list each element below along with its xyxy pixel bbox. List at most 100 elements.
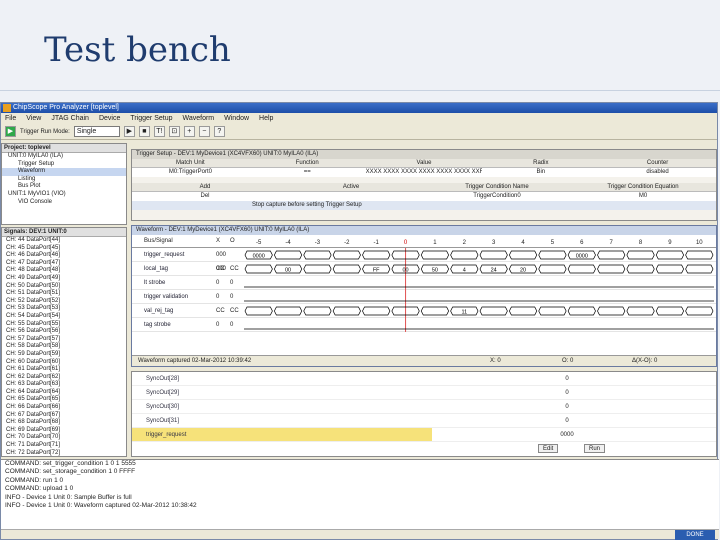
waveform-signal-name[interactable]: tag strobe (132, 318, 216, 331)
signal-list-item[interactable]: CH: 57 DataPort[57] (2, 336, 126, 344)
match-unit-row[interactable]: M0:TriggerPort0 == XXXX XXXX XXXX XXXX XXX… (132, 168, 716, 177)
signal-list-item[interactable]: CH: 68 DataPort[68] (2, 419, 126, 427)
menu-item-trigger-setup[interactable]: Trigger Setup (130, 115, 172, 122)
vio-row[interactable]: trigger_request 0000 (132, 428, 716, 442)
signal-list-item[interactable]: CH: 53 DataPort[53] (2, 305, 126, 313)
signal-list-item[interactable]: CH: 50 DataPort[50] (2, 283, 126, 291)
zoom-fit-icon[interactable]: ⊡ (168, 126, 180, 137)
trigger-setup-header: Trigger Setup - DEV:1 MyDevice1 (XC4VFX6… (132, 150, 716, 159)
signal-list-item[interactable]: CH: 59 DataPort[59] (2, 351, 126, 359)
run-icon[interactable]: ▶ (5, 126, 16, 137)
signal-list-item[interactable]: CH: 63 DataPort[63] (2, 381, 126, 389)
signal-list-item[interactable]: CH: 70 DataPort[70] (2, 434, 126, 442)
menu-item-window[interactable]: Window (224, 115, 249, 122)
trigger-cell[interactable]: == (249, 168, 366, 177)
signal-list-item[interactable]: CH: 67 DataPort[67] (2, 412, 126, 420)
menu-item-device[interactable]: Device (99, 115, 120, 122)
project-tree-item[interactable]: Waveform (2, 168, 126, 176)
bus-segment (332, 264, 361, 274)
signal-list-item[interactable]: CH: 45 DataPort[45] (2, 245, 126, 253)
signal-list-item[interactable]: CH: 46 DataPort[46] (2, 252, 126, 260)
waveform-signal-name[interactable]: lt strobe (132, 276, 216, 289)
arm-icon[interactable]: ▶ (123, 126, 135, 137)
menu-item-waveform[interactable]: Waveform (183, 115, 215, 122)
trigger-cell[interactable]: Bin (482, 168, 599, 177)
vio-row[interactable]: SyncOut[30] 0 (132, 400, 716, 414)
project-tree-item[interactable]: Listing (2, 176, 126, 184)
menu-item-jtag-chain[interactable]: JTAG Chain (51, 115, 89, 122)
signal-list-item[interactable]: CH: 52 DataPort[52] (2, 298, 126, 306)
edit-button[interactable]: Edit (538, 444, 559, 453)
waveform-row[interactable]: val_rej_tag CC CC 11 (132, 304, 716, 318)
signal-list-item[interactable]: CH: 71 DataPort[71] (2, 442, 126, 450)
run-button[interactable]: Run (584, 444, 606, 453)
signal-list-item[interactable]: CH: 58 DataPort[58] (2, 343, 126, 351)
project-tree-item[interactable]: Trigger Setup (2, 161, 126, 169)
waveform-trace: 0000 0000 (244, 248, 716, 262)
waveform-row[interactable]: trigger_request 000 000 0000 0000 (132, 248, 716, 272)
project-tree-item[interactable]: UNIT:1 MyVIO1 (VIO) (2, 191, 126, 199)
x-cursor-value: CC (216, 266, 225, 272)
project-tree-item[interactable]: VIO Console (2, 199, 126, 207)
signal-list-item[interactable]: CH: 69 DataPort[69] (2, 427, 126, 435)
signal-list-item[interactable]: CH: 47 DataPort[47] (2, 260, 126, 268)
help-icon[interactable]: ? (213, 126, 225, 137)
signal-list-item[interactable]: CH: 66 DataPort[66] (2, 404, 126, 412)
signal-list-item[interactable]: CH: 55 DataPort[55] (2, 321, 126, 329)
menu-item-help[interactable]: Help (259, 115, 273, 122)
o-cursor-value: 0 (230, 280, 234, 286)
trigger-condition-cell[interactable]: TriggerCondition0 (424, 192, 570, 201)
waveform-row[interactable]: local_tag CC CC 00 FF 00 50 4 24 20 (132, 262, 716, 276)
menu-item-view[interactable]: View (26, 115, 41, 122)
cursor-delta-readout: Δ(X-O): 0 (632, 358, 658, 364)
stop-icon[interactable]: ■ (138, 126, 150, 137)
signal-list-item[interactable]: CH: 54 DataPort[54] (2, 313, 126, 321)
signal-list-item[interactable]: CH: 62 DataPort[62] (2, 374, 126, 382)
vio-signal-value: 0 (565, 418, 569, 424)
bus-segment (538, 250, 567, 260)
waveform-signal-name[interactable]: trigger_request (132, 248, 216, 261)
o-cursor-value: CC (230, 308, 239, 314)
signal-list-item[interactable]: CH: 51 DataPort[51] (2, 290, 126, 298)
trigger-condition-cell[interactable]: Del (132, 192, 278, 201)
run-mode-select[interactable]: Single (73, 126, 120, 137)
bus-value-label: 50 (432, 268, 438, 274)
zoom-out-icon[interactable]: − (198, 126, 210, 137)
signal-list-item[interactable]: CH: 72 DataPort[72] (2, 450, 126, 456)
project-tree-item[interactable]: UNIT:0 MyILA0 (ILA) (2, 153, 126, 161)
waveform-signal-name[interactable]: trigger validation (132, 290, 216, 303)
signal-list-item[interactable]: CH: 64 DataPort[64] (2, 389, 126, 397)
waveform-row[interactable]: trigger validation 0 0 (132, 290, 716, 304)
project-tree-item[interactable]: Bus Plot (2, 183, 126, 191)
zoom-in-icon[interactable]: + (183, 126, 195, 137)
trigger-now-button[interactable]: T! (153, 126, 165, 137)
signal-list-item[interactable]: CH: 65 DataPort[65] (2, 396, 126, 404)
signal-list-item[interactable]: CH: 61 DataPort[61] (2, 366, 126, 374)
signal-list-item[interactable]: CH: 49 DataPort[49] (2, 275, 126, 283)
vio-row[interactable]: SyncOut[28] 0 (132, 372, 716, 386)
waveform-row[interactable]: tag strobe 0 0 (132, 318, 716, 332)
waveform-panel: Waveform - DEV:1 MyDevice1 (XC4VFX60) UN… (131, 225, 717, 367)
waveform-row[interactable]: lt strobe 0 0 (132, 276, 716, 290)
bus-value-label: 24 (491, 268, 497, 274)
signal-list-item[interactable]: CH: 56 DataPort[56] (2, 328, 126, 336)
trigger-cell[interactable]: M0:TriggerPort0 (132, 168, 249, 177)
signal-list-item[interactable]: CH: 48 DataPort[48] (2, 267, 126, 275)
trigger-condition-cell[interactable]: M0 (570, 192, 716, 201)
waveform-signal-name[interactable]: val_rej_tag (132, 304, 216, 317)
trigger-condition-row[interactable]: Del TriggerCondition0 M0 (132, 192, 716, 201)
trigger-condition-cell[interactable] (278, 192, 424, 201)
signal-list-item[interactable]: CH: 44 DataPort[44] (2, 237, 126, 245)
trigger-cell[interactable]: XXXX XXXX XXXX XXXX XXXX XXXX XXFF (366, 168, 483, 177)
waveform-signal-name[interactable]: local_tag (132, 262, 216, 275)
waveform-trace (244, 276, 716, 290)
bus-segment (626, 264, 655, 274)
run-mode-label: Trigger Run Mode: (20, 128, 70, 135)
menu-item-file[interactable]: File (5, 115, 16, 122)
bus-segment (420, 250, 450, 260)
bus-segment (479, 306, 508, 316)
vio-row[interactable]: SyncOut[29] 0 (132, 386, 716, 400)
trigger-cell[interactable]: disabled (599, 168, 716, 177)
vio-row[interactable]: SyncOut[31] 0 (132, 414, 716, 428)
signal-list-item[interactable]: CH: 60 DataPort[60] (2, 359, 126, 367)
